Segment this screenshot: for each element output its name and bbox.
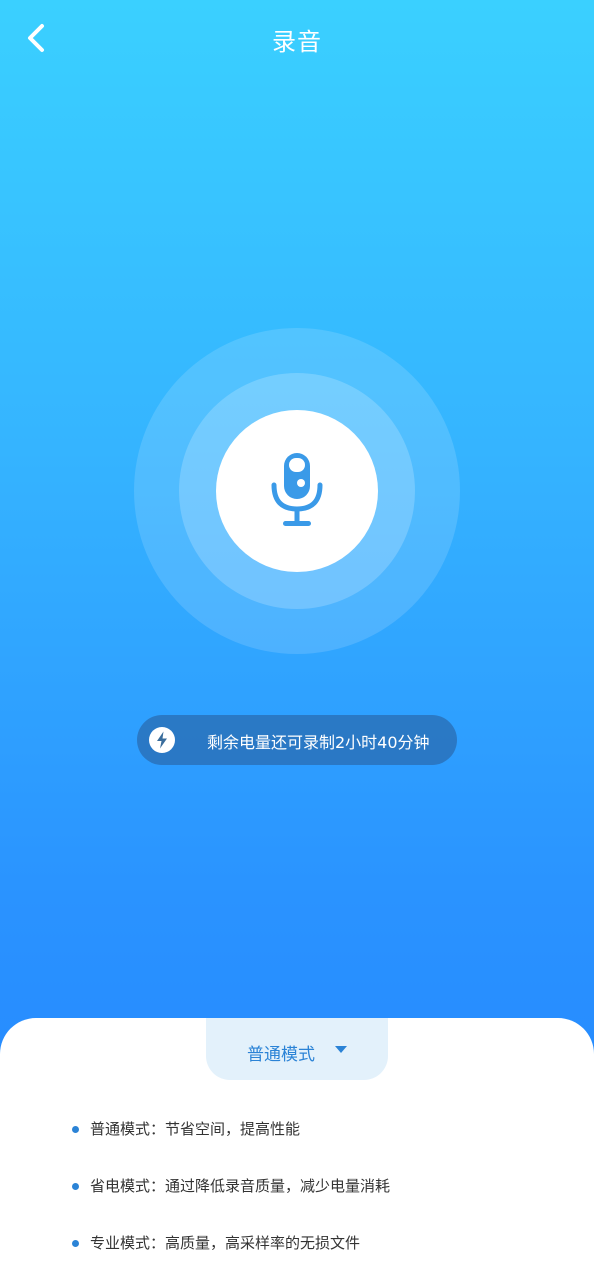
battery-status: 剩余电量还可录制2小时40分钟 [137, 715, 457, 765]
mode-description-list: 普通模式：节省空间，提高性能 省电模式：通过降低录音质量，减少电量消耗 专业模式… [72, 1118, 572, 1280]
lightning-bolt-icon [149, 727, 175, 753]
battery-remaining-text: 剩余电量还可录制2小时40分钟 [207, 733, 430, 752]
mode-description-power-saving: 省电模式：通过降低录音质量，减少电量消耗 [90, 1177, 391, 1195]
mode-sheet: 普通模式 普通模式：节省空间，提高性能 省电模式：通过降低录音质量，减少电量消耗… [0, 1018, 594, 1280]
page-title: 录音 [272, 28, 322, 56]
mode-dropdown[interactable]: 普通模式 [206, 1018, 388, 1080]
mode-description-normal: 普通模式：节省空间，提高性能 [90, 1120, 301, 1138]
top-bar: 录音 [0, 0, 594, 80]
caret-down-icon [335, 1046, 347, 1053]
list-item: 专业模式：高质量，高采样率的无损文件 [72, 1232, 572, 1280]
mode-description-professional: 专业模式：高质量，高采样率的无损文件 [90, 1234, 361, 1252]
list-item: 省电模式：通过降低录音质量，减少电量消耗 [72, 1175, 572, 1232]
microphone-icon [271, 453, 323, 526]
record-button[interactable] [216, 410, 378, 572]
bullet-dot [72, 1126, 79, 1133]
bullet-dot [72, 1240, 79, 1247]
recorder-area [134, 328, 460, 654]
bullet-dot [72, 1183, 79, 1190]
list-item: 普通模式：节省空间，提高性能 [72, 1118, 572, 1175]
mode-selected-label: 普通模式 [247, 1045, 315, 1065]
